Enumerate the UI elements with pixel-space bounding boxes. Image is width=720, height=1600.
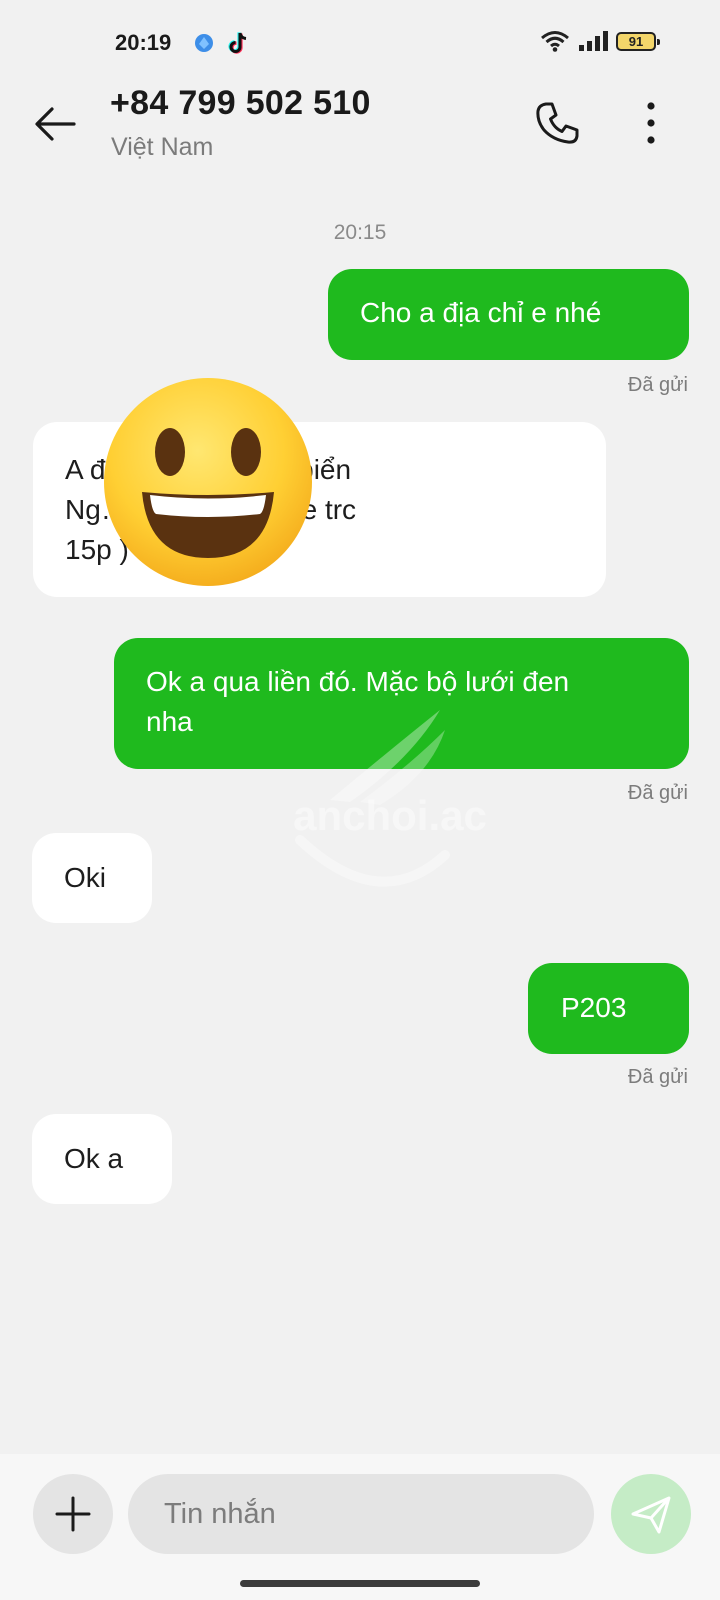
plus-icon: [55, 1496, 91, 1532]
home-indicator: [240, 1580, 480, 1587]
message-text: Oki: [64, 862, 106, 893]
phone-icon[interactable]: [532, 98, 582, 148]
signal-icon: [579, 31, 608, 51]
message-input[interactable]: Tin nhắn: [128, 1474, 594, 1554]
more-vertical-icon[interactable]: [636, 100, 666, 146]
tiktok-icon: [228, 32, 247, 54]
wifi-icon: [541, 31, 569, 52]
message-text: Cho a địa chỉ e nhé: [360, 297, 602, 328]
chat-timestamp: 20:15: [333, 221, 387, 244]
status-time: 20:19: [115, 30, 172, 55]
watermark-logo: anchoi.ac: [293, 710, 487, 887]
back-arrow-icon[interactable]: [30, 98, 82, 150]
message-status: Đã gửi: [627, 374, 688, 396]
message-bubble-outgoing[interactable]: Cho a địa chỉ e nhé: [328, 269, 689, 360]
message-status: Đã gửi: [627, 1066, 688, 1088]
message-text: P203: [561, 992, 627, 1023]
svg-text:anchoi.ac: anchoi.ac: [293, 792, 487, 839]
send-button[interactable]: [611, 1474, 691, 1554]
battery-level: 91: [628, 33, 644, 49]
message-input-placeholder: Tin nhắn: [164, 1497, 276, 1530]
grinning-face-emoji: [104, 378, 312, 586]
contact-number: +84 799 502 510: [110, 84, 371, 122]
status-right-group: 91: [540, 30, 660, 52]
send-icon: [631, 1496, 671, 1534]
message-text: Ok a: [64, 1143, 124, 1174]
message-bubble-incoming[interactable]: Oki: [32, 833, 152, 923]
blue-app-icon: [195, 34, 213, 52]
battery-icon: 91: [616, 31, 660, 51]
message-status: Đã gửi: [627, 782, 688, 804]
contact-country: Việt Nam: [111, 133, 214, 161]
add-attachment-button[interactable]: [33, 1474, 113, 1554]
message-bubble-outgoing[interactable]: P203: [528, 963, 689, 1054]
message-bubble-incoming[interactable]: Ok a: [32, 1114, 172, 1204]
